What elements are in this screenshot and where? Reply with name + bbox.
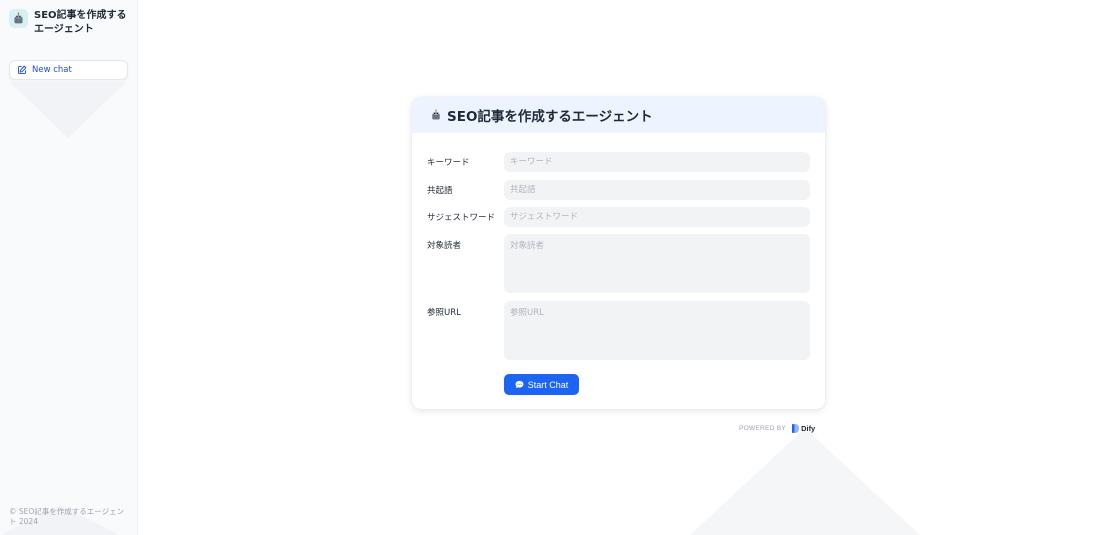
dify-logo-icon (792, 424, 800, 433)
new-chat-button[interactable]: New chat (9, 60, 128, 80)
copyright-text: © SEO記事を作成するエージェント 2024 (9, 507, 125, 526)
dify-logo[interactable]: Dify (792, 424, 815, 433)
sidebar: SEO記事を作成するエージェント New chat © SEO記事を作成するエー… (0, 0, 138, 535)
form-title: SEO記事を作成するエージェント (447, 109, 653, 125)
reference-url-textarea[interactable] (504, 301, 810, 360)
chat-bubble-icon (515, 380, 524, 389)
target-reader-label: 対象読者 (427, 241, 462, 251)
reference-url-label: 参照URL (427, 308, 461, 318)
powered-by: POWERED BY Dify (739, 424, 815, 433)
start-form-card: SEO記事を作成するエージェント キーワード 共起語 サジェストワード 対象読者… (412, 97, 825, 409)
app-name: SEO記事を作成するエージェント (34, 10, 127, 35)
target-reader-textarea[interactable] (504, 234, 810, 293)
suggest-word-input[interactable] (504, 207, 810, 227)
edit-icon (17, 65, 27, 75)
keyword-label: キーワード (427, 158, 470, 168)
new-chat-label: New chat (32, 65, 72, 75)
cooccurrence-input[interactable] (504, 180, 810, 200)
background-decoration (690, 428, 920, 535)
robot-icon (9, 9, 28, 28)
powered-by-text: POWERED BY (739, 425, 787, 432)
dify-brand: Dify (801, 424, 816, 433)
app-header: SEO記事を作成するエージェント (9, 9, 130, 37)
cooccurrence-label: 共起語 (427, 186, 453, 196)
robot-icon (430, 106, 442, 125)
card-header: SEO記事を作成するエージェント (412, 97, 825, 133)
keyword-input[interactable] (504, 152, 810, 172)
sidebar-decoration (10, 82, 126, 138)
suggest-word-label: サジェストワード (427, 213, 496, 223)
start-chat-button[interactable]: Start Chat (504, 374, 579, 395)
start-chat-label: Start Chat (527, 379, 569, 390)
